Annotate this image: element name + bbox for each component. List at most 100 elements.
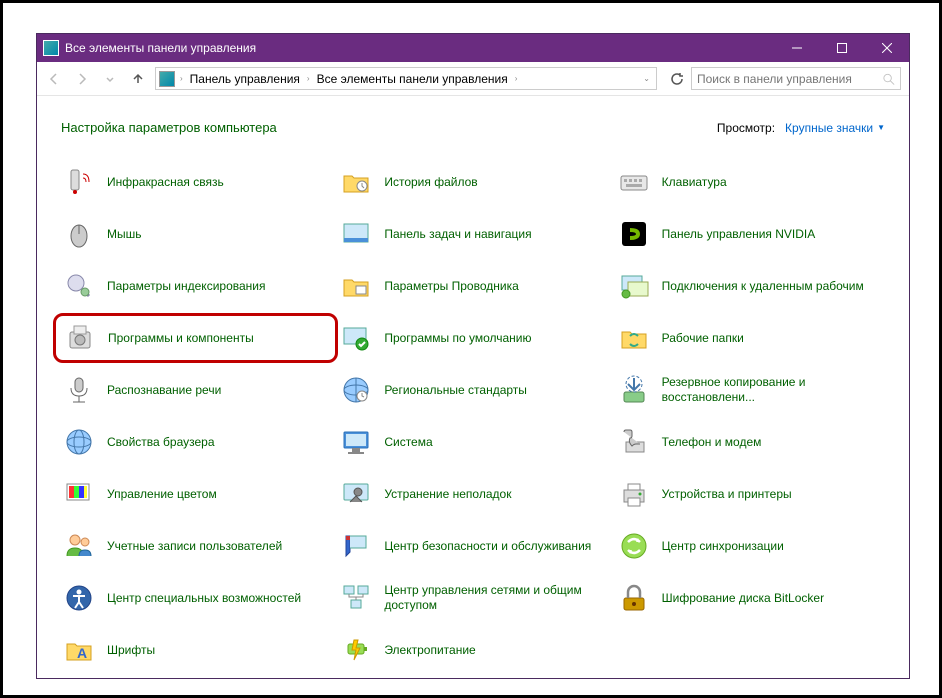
chevron-down-icon[interactable]: ⌄ xyxy=(640,74,653,83)
cp-item-infrared[interactable]: Инфракрасная связь xyxy=(61,163,330,201)
backup-icon xyxy=(618,374,650,406)
cp-item-phone-modem[interactable]: Телефон и модем xyxy=(616,423,885,461)
cp-item-devices-printers[interactable]: Устройства и принтеры xyxy=(616,475,885,513)
cp-item-label: Система xyxy=(384,435,432,450)
cp-item-bitlocker[interactable]: Шифрование диска BitLocker xyxy=(616,579,885,617)
cp-item-label: Электропитание xyxy=(384,643,475,658)
cp-item-label: Панель управления NVIDIA xyxy=(662,227,816,242)
remote-desktop-icon xyxy=(618,270,650,302)
cp-item-power[interactable]: Электропитание xyxy=(338,631,607,669)
cp-item-troubleshoot[interactable]: Устранение неполадок xyxy=(338,475,607,513)
cp-item-indexing[interactable]: Параметры индексирования xyxy=(61,267,330,305)
phone-modem-icon xyxy=(618,426,650,458)
devices-printers-icon xyxy=(618,478,650,510)
cp-item-color[interactable]: Управление цветом xyxy=(61,475,330,513)
cp-item-taskbar[interactable]: Панель задач и навигация xyxy=(338,215,607,253)
taskbar-icon xyxy=(340,218,372,250)
cp-item-label: Инфракрасная связь xyxy=(107,175,224,190)
cp-item-label: Управление цветом xyxy=(107,487,217,502)
search-box[interactable] xyxy=(691,67,901,90)
forward-button[interactable] xyxy=(69,66,95,92)
cp-item-remote-desktop[interactable]: Подключения к удаленным рабочим xyxy=(616,267,885,305)
cp-item-mouse[interactable]: Мышь xyxy=(61,215,330,253)
cp-item-keyboard[interactable]: Клавиатура xyxy=(616,163,885,201)
view-mode-dropdown[interactable]: Крупные значки▼ xyxy=(785,121,885,135)
cp-item-label: Центр специальных возможностей xyxy=(107,591,301,606)
cp-item-label: Панель задач и навигация xyxy=(384,227,531,242)
titlebar: Все элементы панели управления xyxy=(37,34,909,62)
cp-item-folder-history[interactable]: История файлов xyxy=(338,163,607,201)
folder-options-icon xyxy=(340,270,372,302)
internet-options-icon xyxy=(63,426,95,458)
cp-item-label: Устранение неполадок xyxy=(384,487,511,502)
color-icon xyxy=(63,478,95,510)
cp-item-label: Шифрование диска BitLocker xyxy=(662,591,824,606)
cp-item-label: История файлов xyxy=(384,175,477,190)
cp-item-label: Рабочие папки xyxy=(662,331,744,346)
cp-item-network[interactable]: Центр управления сетями и общим доступом xyxy=(338,579,607,617)
cp-item-speech[interactable]: Распознавание речи xyxy=(61,371,330,409)
cp-item-work-folders[interactable]: Рабочие папки xyxy=(616,319,885,357)
infrared-icon xyxy=(63,166,95,198)
refresh-button[interactable] xyxy=(665,67,689,90)
cp-item-label: Мышь xyxy=(107,227,142,242)
cp-item-ease-access[interactable]: Центр специальных возможностей xyxy=(61,579,330,617)
recent-dropdown[interactable] xyxy=(97,66,123,92)
address-bar[interactable]: › Панель управления › Все элементы панел… xyxy=(155,67,657,90)
app-icon xyxy=(43,40,59,56)
fonts-icon: A xyxy=(63,634,95,666)
content-area: Настройка параметров компьютера Просмотр… xyxy=(37,96,909,678)
search-icon xyxy=(882,72,895,86)
cp-item-label: Центр синхронизации xyxy=(662,539,784,554)
minimize-button[interactable] xyxy=(774,34,819,62)
default-programs-icon xyxy=(340,322,372,354)
cp-item-backup[interactable]: Резервное копирование и восстановлени... xyxy=(616,371,885,409)
sync-icon xyxy=(618,530,650,562)
cp-item-sync[interactable]: Центр синхронизации xyxy=(616,527,885,565)
cp-item-default-programs[interactable]: Программы по умолчанию xyxy=(338,319,607,357)
control-panel-window: Все элементы панели управления › Панель … xyxy=(36,33,910,679)
cp-item-label: Параметры Проводника xyxy=(384,279,518,294)
address-icon xyxy=(159,71,175,87)
cp-item-label: Клавиатура xyxy=(662,175,727,190)
cp-item-system[interactable]: Система xyxy=(338,423,607,461)
navigation-bar: › Панель управления › Все элементы панел… xyxy=(37,62,909,96)
cp-item-programs[interactable]: Программы и компоненты xyxy=(53,313,338,363)
power-icon xyxy=(340,634,372,666)
cp-item-label: Подключения к удаленным рабочим xyxy=(662,279,864,294)
cp-item-label: Учетные записи пользователей xyxy=(107,539,282,554)
cp-item-label: Устройства и принтеры xyxy=(662,487,792,502)
up-button[interactable] xyxy=(125,66,151,92)
close-button[interactable] xyxy=(864,34,909,62)
breadcrumb[interactable]: Все элементы панели управления xyxy=(315,72,510,86)
maximize-button[interactable] xyxy=(819,34,864,62)
cp-item-label: Программы по умолчанию xyxy=(384,331,531,346)
cp-item-label: Резервное копирование и восстановлени... xyxy=(662,375,883,405)
cp-item-label: Телефон и модем xyxy=(662,435,762,450)
page-title: Настройка параметров компьютера xyxy=(61,120,277,135)
folder-history-icon xyxy=(340,166,372,198)
chevron-right-icon: › xyxy=(177,74,186,83)
search-input[interactable] xyxy=(697,72,882,86)
programs-icon xyxy=(64,322,96,354)
cp-item-internet-options[interactable]: Свойства браузера xyxy=(61,423,330,461)
breadcrumb[interactable]: Панель управления xyxy=(188,72,302,86)
ease-access-icon xyxy=(63,582,95,614)
cp-item-fonts[interactable]: A Шрифты xyxy=(61,631,330,669)
cp-item-region[interactable]: Региональные стандарты xyxy=(338,371,607,409)
back-button[interactable] xyxy=(41,66,67,92)
window-title: Все элементы панели управления xyxy=(65,41,774,55)
system-icon xyxy=(340,426,372,458)
cp-item-nvidia[interactable]: Панель управления NVIDIA xyxy=(616,215,885,253)
cp-item-label: Параметры индексирования xyxy=(107,279,265,294)
view-label: Просмотр: xyxy=(717,121,775,135)
cp-item-label: Шрифты xyxy=(107,643,155,658)
cp-item-security[interactable]: Центр безопасности и обслуживания xyxy=(338,527,607,565)
cp-item-label: Региональные стандарты xyxy=(384,383,527,398)
svg-text:A: A xyxy=(77,645,87,661)
cp-item-user-accounts[interactable]: Учетные записи пользователей xyxy=(61,527,330,565)
work-folders-icon xyxy=(618,322,650,354)
troubleshoot-icon xyxy=(340,478,372,510)
speech-icon xyxy=(63,374,95,406)
cp-item-folder-options[interactable]: Параметры Проводника xyxy=(338,267,607,305)
